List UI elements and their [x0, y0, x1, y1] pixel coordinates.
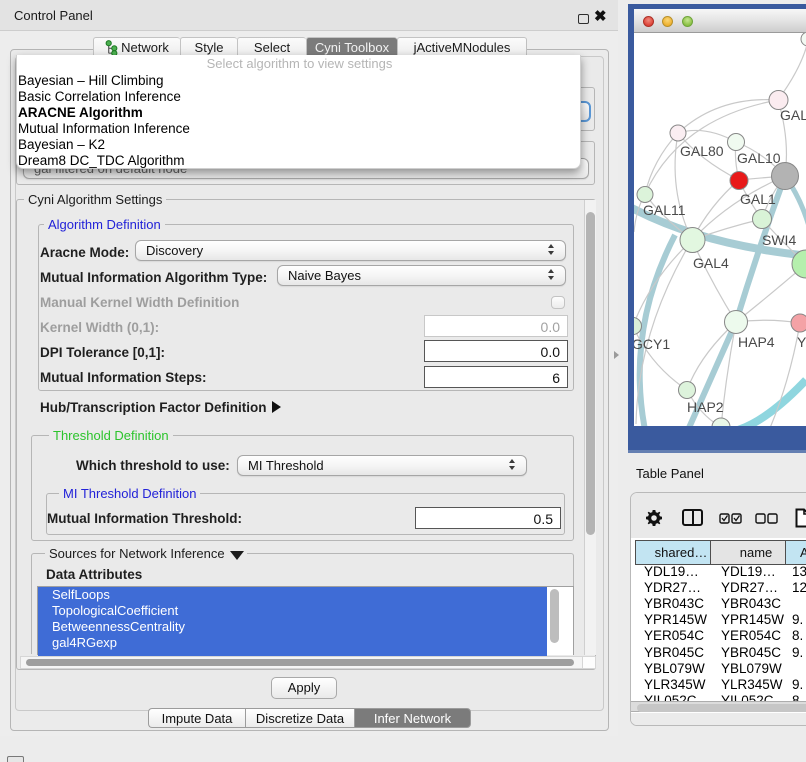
svg-text:HAP2: HAP2 [687, 399, 724, 415]
svg-text:GAL10: GAL10 [737, 150, 781, 166]
svg-text:GAL11: GAL11 [643, 202, 686, 218]
svg-text:GAL4: GAL4 [693, 255, 729, 271]
svg-text:GAL2: GAL2 [780, 107, 806, 123]
svg-text:GAL1: GAL1 [740, 191, 776, 207]
svg-text:HAP4: HAP4 [738, 334, 775, 350]
svg-text:GAL80: GAL80 [680, 143, 724, 159]
svg-text:GCY1: GCY1 [634, 336, 670, 352]
svg-text:SWI4: SWI4 [762, 232, 796, 248]
svg-text:YJ: YJ [797, 334, 806, 350]
